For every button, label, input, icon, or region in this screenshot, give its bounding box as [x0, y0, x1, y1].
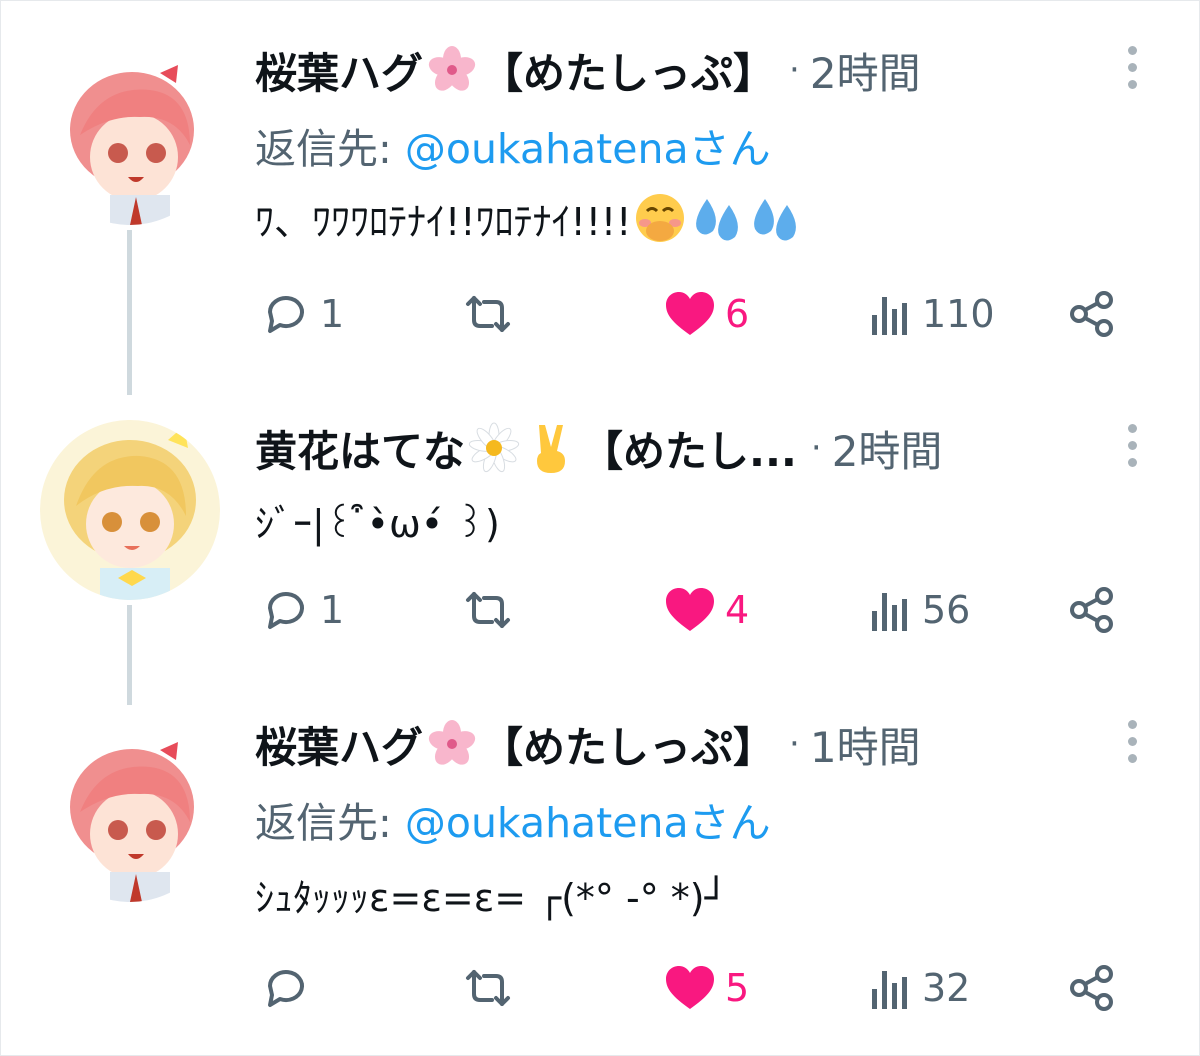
tweet-text: ｼｭﾀｯｯｯε=ε=ε= ┌(*° -° *)┘ [255, 875, 728, 920]
share-button[interactable] [1066, 284, 1118, 344]
reply-to-handle[interactable]: @oukahatenaさん [405, 125, 771, 173]
like-button[interactable]: 4 [663, 580, 749, 640]
reply-icon [268, 296, 304, 333]
reply-button[interactable]: 1 [260, 580, 344, 640]
share-icon [1070, 291, 1113, 337]
retweet-button[interactable] [460, 580, 516, 640]
share-button[interactable] [1066, 958, 1118, 1018]
reply-to-line: 返信先: @oukahatenaさん [255, 115, 771, 175]
share-icon [1070, 965, 1113, 1011]
analytics-bar-icon [872, 297, 907, 335]
view-count: 110 [922, 292, 995, 336]
separator-dot: · [789, 50, 800, 90]
retweet-icon [466, 970, 510, 1006]
reply-to-label: 返信先: [255, 125, 405, 173]
reply-count: 1 [320, 588, 345, 632]
like-count: 4 [725, 588, 750, 632]
more-options-icon[interactable] [1126, 44, 1140, 92]
tweet-actions: 1 6 110 [0, 284, 1200, 344]
heart-filled-icon [666, 292, 714, 335]
separator-dot: · [789, 724, 800, 764]
sweat-droplets-emoji [754, 199, 797, 241]
more-options-icon[interactable] [1126, 718, 1140, 766]
tweet-text-row: ｼﾞｰ|꒰ ͒•̀ω•́ ꒱) [255, 490, 500, 550]
reply-icon [268, 592, 304, 629]
tweet-actions: 5 32 [0, 958, 1200, 1018]
author-affiliation: 【めたし... [581, 426, 797, 476]
tweet-actions: 1 4 56 [0, 580, 1200, 640]
analytics-bar-icon [872, 593, 907, 631]
avatar-kibana-hatena[interactable] [40, 420, 220, 600]
timestamp[interactable]: 2時間 [810, 40, 921, 101]
like-count: 5 [725, 966, 750, 1010]
reply-to-line: 返信先: @oukahatenaさん [255, 789, 771, 849]
like-button[interactable]: 5 [663, 958, 749, 1018]
retweet-icon [466, 296, 510, 332]
author-name[interactable]: 黄花はてな [255, 418, 465, 479]
reply-to-label: 返信先: [255, 799, 405, 847]
tweet-header: 桜葉ハグ 【めたしっぷ】 · 2時間 [255, 40, 921, 100]
analytics-bar-icon [872, 971, 907, 1009]
heart-filled-icon [666, 966, 714, 1009]
tweet[interactable]: 桜葉ハグ 【めたしっぷ】 · 2時間 返信先: @oukahatenaさん ﾜ、… [0, 40, 1200, 360]
timestamp[interactable]: 2時間 [832, 418, 943, 479]
cherry-blossom-emoji [428, 46, 476, 91]
tweet-text: ﾜ、ﾜﾜﾜﾛﾃﾅｲ!!ﾜﾛﾃﾅｲ!!!! [255, 199, 632, 244]
view-count: 32 [922, 966, 971, 1010]
daisy-emoji [468, 422, 520, 473]
author-affiliation: 【めたしっぷ】 [481, 48, 776, 98]
victory-hand-emoji [537, 425, 566, 473]
views-button[interactable]: 32 [868, 958, 970, 1018]
tweet-text-row: ﾜ、ﾜﾜﾜﾛﾃﾅｲ!!ﾜﾛﾃﾅｲ!!!! [255, 188, 805, 248]
tweet-header: 桜葉ハグ 【めたしっぷ】 · 1時間 [255, 714, 921, 774]
retweet-button[interactable] [460, 958, 516, 1018]
reply-button[interactable] [260, 958, 320, 1018]
timestamp[interactable]: 1時間 [810, 714, 921, 775]
tweet-text-row: ｼｭﾀｯｯｯε=ε=ε= ┌(*° -° *)┘ [255, 864, 728, 924]
views-button[interactable]: 56 [868, 580, 970, 640]
retweet-icon [466, 592, 510, 628]
author-name[interactable]: 桜葉ハグ [255, 714, 423, 775]
author-affiliation: 【めたしっぷ】 [481, 722, 776, 772]
avatar-sakuraba-hagu[interactable] [40, 722, 220, 902]
share-button[interactable] [1066, 580, 1118, 640]
share-icon [1070, 587, 1113, 633]
hand-over-mouth-emoji [636, 194, 685, 242]
tweet[interactable]: 桜葉ハグ 【めたしっぷ】 · 1時間 返信先: @oukahatenaさん ｼｭ… [0, 714, 1200, 1034]
separator-dot: · [810, 428, 822, 468]
avatar-sakuraba-hagu[interactable] [40, 45, 220, 225]
tweet-header: 黄花はてな 【めたし... · 2時間 [255, 418, 942, 478]
cherry-blossom-emoji [428, 720, 476, 765]
like-button[interactable]: 6 [663, 284, 749, 344]
reply-button[interactable]: 1 [260, 284, 344, 344]
like-count: 6 [725, 292, 750, 336]
heart-filled-icon [666, 588, 714, 631]
view-count: 56 [922, 588, 971, 632]
reply-icon [268, 970, 304, 1007]
views-button[interactable]: 110 [868, 284, 995, 344]
more-options-icon[interactable] [1126, 422, 1140, 470]
reply-to-handle[interactable]: @oukahatenaさん [405, 799, 771, 847]
retweet-button[interactable] [460, 284, 516, 344]
tweet[interactable]: 黄花はてな 【めたし... · 2時間 ｼﾞｰ|꒰ ͒•̀ω•́ ꒱) 1 4 … [0, 418, 1200, 648]
tweet-text: ｼﾞｰ|꒰ ͒•̀ω•́ ꒱) [255, 501, 500, 546]
sweat-droplets-emoji [696, 199, 739, 241]
reply-count: 1 [320, 292, 345, 336]
author-name[interactable]: 桜葉ハグ [255, 40, 423, 101]
